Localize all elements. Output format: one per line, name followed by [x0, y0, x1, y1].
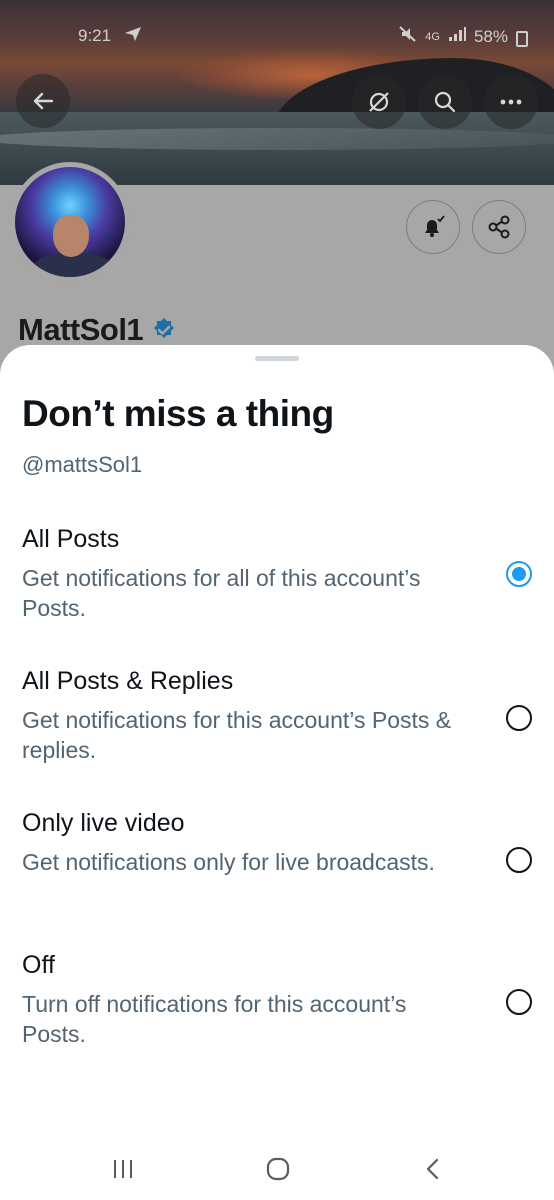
share-button[interactable]	[472, 200, 526, 254]
radio-only-live-video[interactable]	[506, 847, 532, 873]
bell-check-icon	[425, 215, 445, 237]
network-type: 4G	[425, 30, 440, 43]
option-title: All Posts	[22, 525, 120, 553]
signal-icon	[448, 26, 466, 47]
navigation-arrow-icon	[124, 26, 142, 47]
option-title: All Posts & Replies	[22, 667, 234, 695]
system-back-button[interactable]	[418, 1156, 448, 1182]
radio-all-posts[interactable]	[506, 561, 532, 587]
mute-icon	[399, 26, 417, 47]
notification-settings-sheet: Don’t miss a thing @mattsSol1 All Posts …	[0, 345, 554, 1200]
option-all-posts[interactable]: All Posts Get notifications for all of t…	[0, 525, 554, 645]
search-icon	[434, 91, 456, 113]
notification-bell-button[interactable]	[406, 200, 460, 254]
arrow-left-icon	[33, 92, 54, 110]
option-description: Get notifications for this account’s Pos…	[22, 707, 452, 763]
battery-text: 58%	[473, 26, 508, 46]
status-icons: 4G 58%	[399, 26, 528, 47]
grok-icon	[369, 92, 389, 112]
avatar[interactable]	[10, 162, 130, 282]
radio-off[interactable]	[506, 989, 532, 1015]
option-off[interactable]: Off Turn off notifications for this acco…	[0, 951, 554, 1071]
option-all-posts-replies[interactable]: All Posts & Replies Get notifications fo…	[0, 667, 554, 787]
sheet-title: Don’t miss a thing	[22, 393, 334, 434]
more-horizontal-icon	[500, 99, 522, 105]
chevron-left-icon	[426, 1158, 439, 1180]
display-name: MattSol1	[18, 312, 177, 348]
status-bar: 9:21 4G 58%	[0, 20, 554, 52]
option-title: Off	[22, 951, 55, 979]
sheet-drag-handle[interactable]	[255, 356, 299, 361]
radio-all-posts-replies[interactable]	[506, 705, 532, 731]
account-handle: @mattsSol1	[22, 452, 143, 477]
battery-icon	[516, 30, 528, 47]
display-name-text: MattSol1	[18, 312, 144, 347]
verified-badge-icon	[154, 318, 175, 338]
recent-apps-button[interactable]	[108, 1156, 138, 1182]
system-navigation-bar	[0, 1140, 554, 1200]
recent-apps-icon	[114, 1160, 132, 1178]
option-only-live-video[interactable]: Only live video Get notifications only f…	[0, 809, 554, 929]
option-description: Get notifications only for live broadcas…	[22, 849, 435, 875]
option-description: Get notifications for all of this accoun…	[22, 565, 421, 621]
share-icon	[488, 215, 510, 239]
option-description: Turn off notifications for this account’…	[22, 991, 407, 1047]
option-title: Only live video	[22, 809, 185, 837]
home-button[interactable]	[263, 1156, 293, 1182]
grok-button[interactable]	[352, 75, 406, 129]
back-button[interactable]	[16, 74, 70, 128]
status-time: 9:21	[78, 26, 112, 45]
search-button[interactable]	[418, 75, 472, 129]
more-options-button[interactable]	[484, 75, 538, 129]
home-icon	[266, 1157, 290, 1181]
